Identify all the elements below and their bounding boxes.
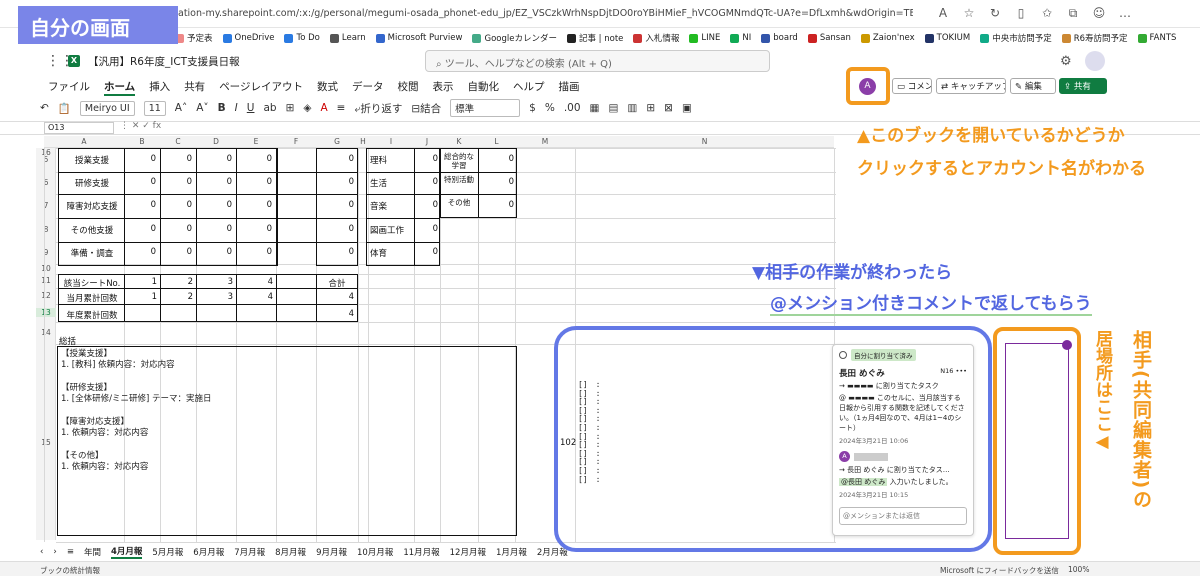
summary-value: 3 <box>227 277 233 287</box>
table-rule <box>366 218 440 219</box>
workbook-stats[interactable]: ブックの統計情報 <box>40 565 100 576</box>
table-rule <box>58 304 358 305</box>
table-rule <box>236 274 237 322</box>
summary-label: 該当シートNo. <box>63 279 121 289</box>
gridline-v <box>44 148 45 542</box>
table-border <box>366 148 440 266</box>
table-rule <box>196 148 197 266</box>
annotation-location-vertical: 相手(共同編集者)の <box>1130 330 1152 510</box>
summary-value: 4 <box>267 292 273 302</box>
table-rule <box>236 148 237 266</box>
table-rule <box>58 194 358 195</box>
comment-highlight-box <box>554 326 992 552</box>
self-screen-label: 自分の画面 <box>18 6 178 44</box>
table-rule <box>366 242 440 243</box>
status-bar: ブックの統計情報 Microsoft にフィードバックを送信 100% <box>0 561 1200 576</box>
sheet-tab[interactable]: 11月月報 <box>403 546 439 558</box>
table-rule <box>276 274 277 322</box>
table-rule <box>478 148 479 218</box>
summary-notes-text: 【授業支援】 1. [教科] 依頼内容：対応内容 【研修支援】 1. [全体研修/ミニ… <box>61 349 501 473</box>
note-line: 【その他】 <box>61 450 104 461</box>
prev-sheet-icon[interactable]: ‹ <box>40 547 43 557</box>
next-sheet-icon[interactable]: › <box>53 547 56 557</box>
summary-total: 4 <box>348 309 354 319</box>
gridline-h <box>56 322 836 323</box>
sheet-tab[interactable]: 9月月報 <box>316 546 347 558</box>
summary-total-label: 合計 <box>328 279 346 289</box>
table-rule <box>160 148 161 266</box>
table-rule <box>124 148 125 266</box>
table-rule <box>58 172 358 173</box>
sheet-tab[interactable]: 7月月報 <box>234 546 265 558</box>
summary-value: 1 <box>151 292 157 302</box>
summary-label: 当月累計回数 <box>66 294 118 304</box>
note-line <box>61 405 501 416</box>
note-line: 1. 依頼内容：対応内容 <box>61 461 149 472</box>
table-border <box>316 148 358 266</box>
summary-label: 年度累計回数 <box>66 311 118 321</box>
table-rule <box>276 148 277 266</box>
feedback-link[interactable]: Microsoft にフィードバックを送信 <box>940 565 1059 576</box>
sheet-tab[interactable]: 年間 <box>84 546 101 558</box>
zoom-level[interactable]: 100% <box>1068 565 1089 574</box>
table-border <box>58 148 278 266</box>
note-line <box>61 439 501 450</box>
sheet-tab[interactable]: 5月月報 <box>152 546 183 558</box>
table-rule <box>414 148 415 266</box>
note-line: 1. 依頼内容：対応内容 <box>61 428 149 439</box>
summary-value: 2 <box>187 292 193 302</box>
table-rule <box>366 194 517 195</box>
sheet-tab[interactable]: 8月月報 <box>275 546 306 558</box>
annotation-done-2: @メンション付きコメントで返してもらう <box>770 289 1092 316</box>
annotation-open-check: ▲このブックを開いているかどうか クリックするとアカウント名がわかる <box>857 120 1146 186</box>
summary-heading: 総括 <box>59 337 77 347</box>
summary-value: 3 <box>227 292 233 302</box>
sheet-tab[interactable]: 12月月報 <box>450 546 486 558</box>
table-rule <box>366 172 517 173</box>
note-line <box>61 372 501 383</box>
note-line: 1. [全体研修/ミニ研修] テーマ：実施日 <box>61 394 212 405</box>
coauthor-highlight-box <box>993 327 1081 555</box>
add-sheet-icon[interactable]: ≡ <box>67 547 74 557</box>
note-line: 1. [教科] 依頼内容：対応内容 <box>61 360 175 371</box>
summary-value: 2 <box>187 277 193 287</box>
sheet-tab[interactable]: 4月月報 <box>110 545 143 559</box>
table-rule <box>196 274 197 322</box>
sheet-tab[interactable]: 6月月報 <box>193 546 224 558</box>
note-line: 【障害対応支援】 <box>61 416 130 427</box>
annotation-location-vertical-2: 居場所はここ◀ <box>1092 330 1112 452</box>
annotation-line-1: ▲このブックを開いているかどうか <box>857 126 1125 146</box>
table-rule <box>58 242 358 243</box>
table-rule <box>58 218 358 219</box>
note-line: 【研修支援】 <box>61 382 113 393</box>
note-line: 【授業支援】 <box>61 349 113 359</box>
annotation-line-2: クリックするとアカウント名がわかる <box>857 159 1146 179</box>
sheet-tab[interactable]: 10月月報 <box>357 546 393 558</box>
summary-value: 1 <box>151 277 157 287</box>
annotation-done-1: ▼相手の作業が終わったら <box>752 263 953 283</box>
summary-total: 4 <box>348 292 354 302</box>
sheet-tab[interactable]: 1月月報 <box>496 546 527 558</box>
summary-value: 4 <box>267 277 273 287</box>
